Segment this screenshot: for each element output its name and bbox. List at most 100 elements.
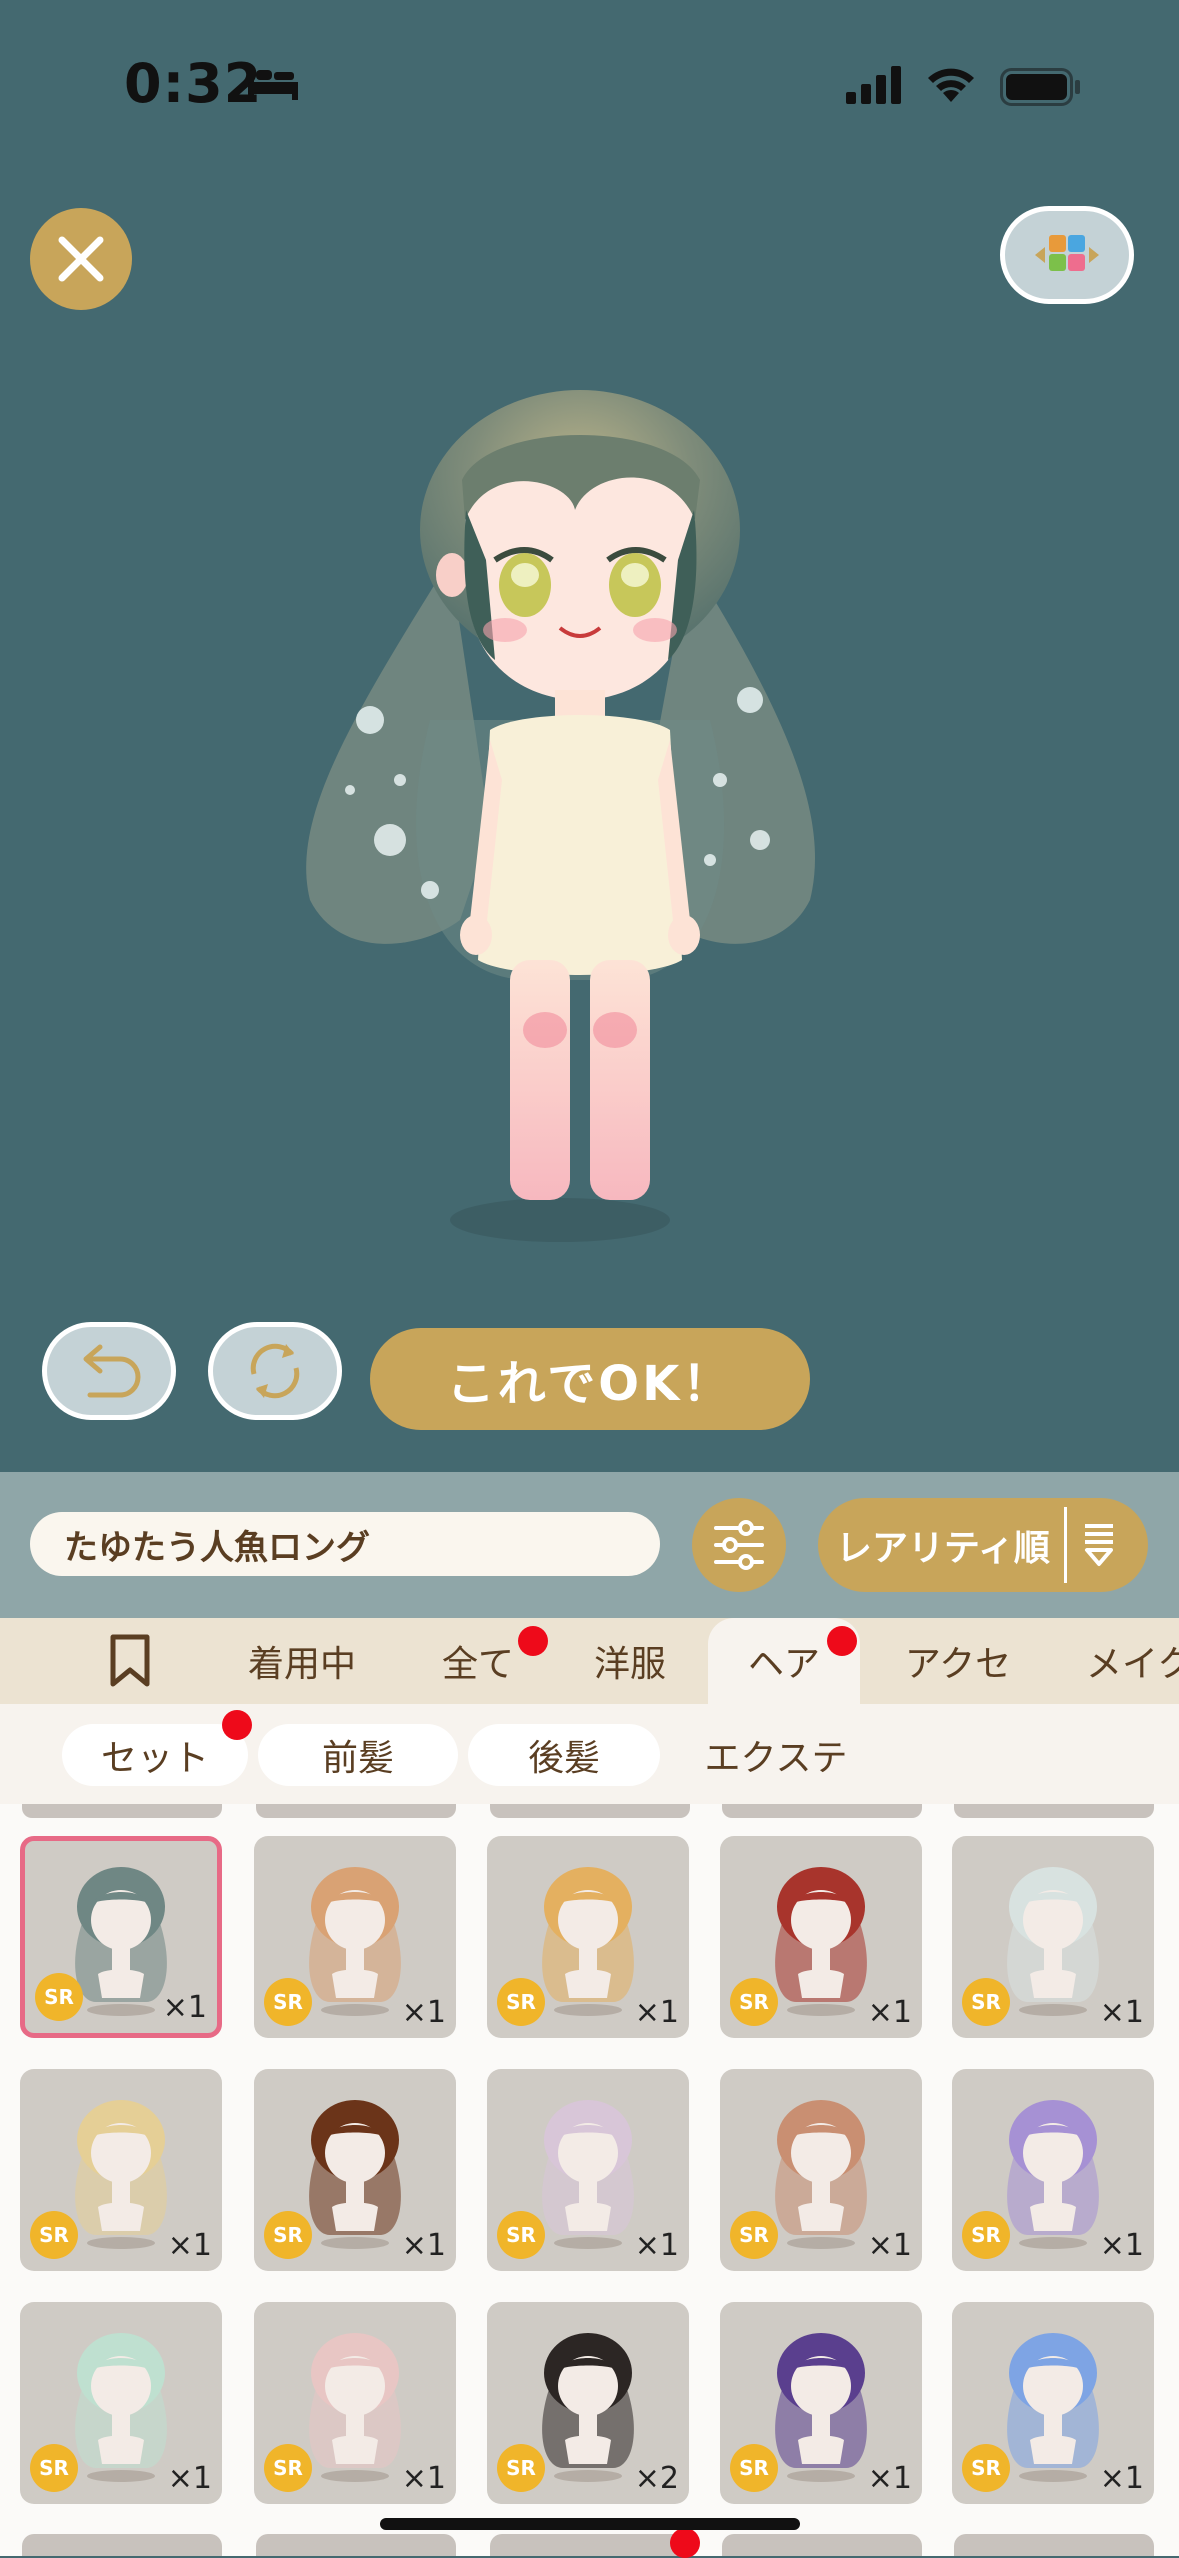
wifi-icon	[928, 68, 974, 102]
item-count: ×1	[167, 2228, 212, 2263]
tab-makeup[interactable]: メイク	[1086, 1618, 1179, 1704]
subtab-set[interactable]: セット	[62, 1724, 248, 1786]
undo-icon	[83, 1344, 141, 1398]
grid-row-peek	[490, 2534, 690, 2556]
item-count: ×1	[634, 1995, 679, 2030]
grid-row-peek	[256, 1804, 456, 1818]
tab-all[interactable]: 全て	[418, 1618, 538, 1704]
hair-item-card[interactable]: SR ×1	[720, 2302, 922, 2504]
rarity-badge: SR	[962, 1978, 1010, 2026]
item-count: ×1	[1099, 2228, 1144, 2263]
tab-label: アクセ	[904, 1644, 1012, 1685]
item-count: ×1	[1099, 1995, 1144, 2030]
grid-row-peek	[22, 2534, 222, 2556]
rarity-badge: SR	[35, 1973, 83, 2021]
item-count: ×1	[401, 2228, 446, 2263]
hair-item-card[interactable]: SR ×1	[20, 2302, 222, 2504]
hair-item-card[interactable]: SR ×1	[487, 1836, 689, 2038]
hair-item-card[interactable]: SR ×1	[952, 2069, 1154, 2271]
grid-row-peek	[490, 1804, 690, 1818]
rarity-badge: SR	[30, 2444, 78, 2492]
home-indicator	[380, 2518, 800, 2530]
sort-divider	[1063, 1507, 1067, 1583]
hair-item-card[interactable]: SR ×1	[254, 2069, 456, 2271]
subtab-label: セット	[100, 1738, 209, 1779]
tab-label: メイク	[1086, 1644, 1179, 1685]
notification-badge	[670, 2528, 700, 2558]
rarity-badge: SR	[962, 2444, 1010, 2492]
item-layout-button[interactable]	[1000, 206, 1134, 304]
grid-row-peek	[954, 1804, 1154, 1818]
tab-accessories[interactable]: アクセ	[878, 1618, 1038, 1704]
close-button[interactable]	[30, 208, 132, 310]
status-time: 0:32	[124, 52, 263, 115]
sort-button[interactable]: レアリティ順	[818, 1498, 1148, 1592]
subtab-label: 後髪	[527, 1738, 600, 1779]
hair-item-card[interactable]: SR ×1	[720, 2069, 922, 2271]
bookmark-icon	[110, 1634, 150, 1687]
rarity-badge: SR	[962, 2211, 1010, 2259]
tab-clothes[interactable]: 洋服	[570, 1618, 690, 1704]
hair-item-card[interactable]: SR ×1	[20, 2069, 222, 2271]
hair-item-card[interactable]: SR ×1	[720, 1836, 922, 2038]
refresh-icon	[250, 1343, 300, 1399]
notification-badge	[222, 1710, 252, 1740]
hair-item-card[interactable]: SR ×1	[254, 2302, 456, 2504]
hair-item-card[interactable]: SR ×1	[952, 1836, 1154, 2038]
rarity-badge: SR	[497, 2444, 545, 2492]
rarity-badge: SR	[264, 2211, 312, 2259]
item-count: ×1	[401, 1995, 446, 2030]
item-count: ×1	[867, 1995, 912, 2030]
notification-badge	[827, 1626, 857, 1656]
item-count: ×1	[1099, 2461, 1144, 2496]
grid-row-peek	[256, 2534, 456, 2556]
sort-order-icon	[1084, 1524, 1113, 1566]
subtab-bangs[interactable]: 前髪	[258, 1724, 458, 1786]
item-count: ×1	[162, 1990, 207, 2025]
battery-icon	[1000, 68, 1080, 106]
close-icon	[58, 236, 104, 282]
character-avatar	[306, 390, 815, 1242]
rarity-badge: SR	[30, 2211, 78, 2259]
item-count: ×1	[867, 2461, 912, 2496]
tab-wearing[interactable]: 着用中	[222, 1618, 382, 1704]
rarity-badge: SR	[264, 2444, 312, 2492]
confirm-ok-button[interactable]: これでOK！	[370, 1328, 810, 1430]
subtab-back-hair[interactable]: 後髪	[468, 1724, 660, 1786]
tab-label: 着用中	[247, 1644, 356, 1685]
grid-row-peek	[954, 2534, 1154, 2556]
grid-row-peek	[722, 1804, 922, 1818]
tab-label: ヘア	[747, 1644, 820, 1685]
rarity-badge: SR	[730, 2444, 778, 2492]
color-grid-icon	[1035, 235, 1099, 271]
tab-label: 全て	[441, 1644, 514, 1685]
hair-item-card[interactable]: SR ×1	[20, 1836, 222, 2038]
reset-button[interactable]	[208, 1322, 342, 1420]
tab-label: 洋服	[593, 1644, 666, 1685]
hair-item-card[interactable]: SR ×1	[952, 2302, 1154, 2504]
filter-button[interactable]	[692, 1498, 786, 1592]
item-count: ×1	[401, 2461, 446, 2496]
hair-item-card[interactable]: SR ×2	[487, 2302, 689, 2504]
subtab-label: 前髪	[321, 1738, 394, 1779]
hair-item-card[interactable]: SR ×1	[487, 2069, 689, 2271]
cellular-signal-icon	[846, 66, 901, 104]
rarity-badge: SR	[730, 1978, 778, 2026]
item-count: ×1	[634, 2228, 679, 2263]
sliders-icon	[714, 1520, 764, 1570]
item-count: ×2	[634, 2461, 679, 2496]
grid-row-peek	[22, 1804, 222, 1818]
undo-button[interactable]	[42, 1322, 176, 1420]
hair-item-card[interactable]: SR ×1	[254, 1836, 456, 2038]
rarity-badge: SR	[730, 2211, 778, 2259]
rarity-badge: SR	[497, 2211, 545, 2259]
item-count: ×1	[167, 2461, 212, 2496]
rarity-badge: SR	[497, 1978, 545, 2026]
sleep-bed-icon	[248, 70, 298, 100]
subtab-label: エクステ	[704, 1738, 848, 1779]
search-input[interactable]: たゆたう人魚ロング	[30, 1512, 660, 1576]
item-count: ×1	[867, 2228, 912, 2263]
subtab-extensions[interactable]: エクステ	[680, 1724, 872, 1786]
tab-bookmark[interactable]	[70, 1618, 190, 1704]
notification-badge	[518, 1626, 548, 1656]
